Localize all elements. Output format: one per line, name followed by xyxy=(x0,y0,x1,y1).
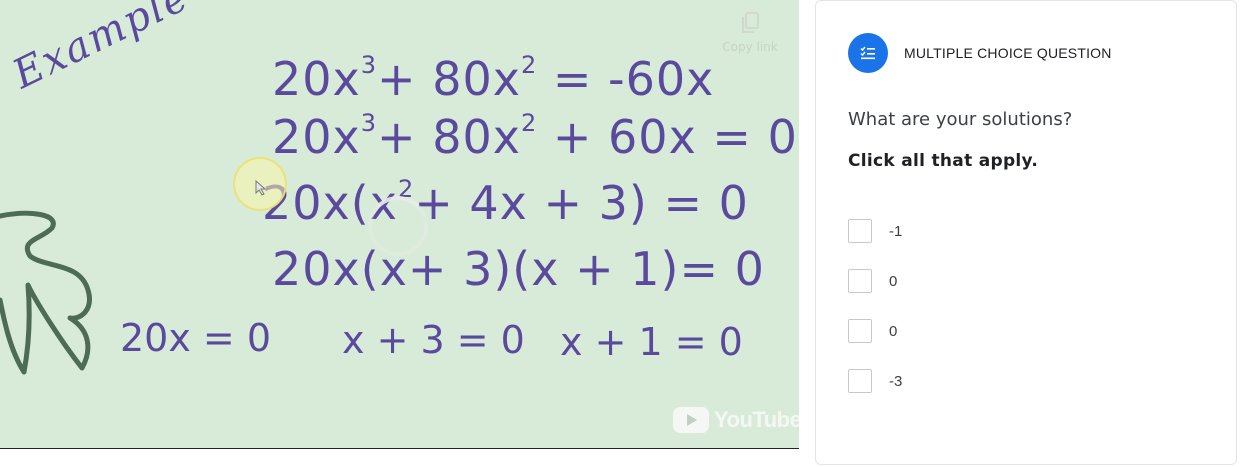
question-prompt: What are your solutions? xyxy=(848,109,1073,130)
answer-label: -3 xyxy=(889,372,903,390)
equation-line-3: 20x(x2+ 4x + 3) = 0 xyxy=(262,176,749,230)
answer-checkbox[interactable] xyxy=(848,269,872,293)
equation-line-4: 20x(x+ 3)(x + 1)= 0 xyxy=(272,242,765,296)
answer-label: 0 xyxy=(889,272,898,290)
answer-options: -1 0 0 -3 xyxy=(848,217,902,417)
eq1-exp-2: 2 xyxy=(520,51,538,79)
eq2-term-c: + 60x = 0 xyxy=(537,110,798,164)
equation-line-1: 20x3+ 80x2 = -60x xyxy=(272,52,714,106)
answer-checkbox[interactable] xyxy=(848,369,872,393)
equation-line-2: 20x3+ 80x2 + 60x = 0 xyxy=(272,110,798,164)
question-type-badge xyxy=(848,33,888,73)
answer-option[interactable]: -1 xyxy=(848,217,902,245)
question-panel: MULTIPLE CHOICE QUESTION What are your s… xyxy=(815,0,1237,465)
youtube-logo[interactable]: YouTube xyxy=(672,405,799,435)
eq1-exp-1: 3 xyxy=(360,51,378,79)
answer-label: 0 xyxy=(889,322,898,340)
eq2-term-a: 20x xyxy=(272,110,361,164)
youtube-wordmark: YouTube xyxy=(714,407,799,432)
eq2-exp-1: 3 xyxy=(360,109,378,137)
copy-link-button[interactable]: Copy link xyxy=(715,12,785,54)
question-type-label: MULTIPLE CHOICE QUESTION xyxy=(904,45,1112,61)
answer-option[interactable]: 0 xyxy=(848,267,902,295)
factor-equation-1: 20x = 0 xyxy=(120,316,272,360)
factor-equation-2: x + 3 = 0 xyxy=(342,318,525,362)
question-header: MULTIPLE CHOICE QUESTION xyxy=(848,33,1112,73)
answer-checkbox[interactable] xyxy=(848,219,872,243)
question-instruction: Click all that apply. xyxy=(848,151,1039,171)
copy-icon xyxy=(742,12,759,33)
eq3-term-b: + 4x + 3) = 0 xyxy=(414,176,749,230)
eq2-term-b: + 80x xyxy=(377,110,521,164)
youtube-play-icon xyxy=(673,407,709,433)
video-player[interactable]: Example 2 20x3+ 80x2 = -60x 20x3+ 80x2 +… xyxy=(0,0,799,449)
eq1-term-a: 20x xyxy=(272,52,361,106)
eq2-exp-2: 2 xyxy=(520,109,538,137)
factor-equation-3: x + 1 = 0 xyxy=(560,320,743,364)
answer-label: -1 xyxy=(889,222,903,240)
copy-link-label: Copy link xyxy=(722,40,778,54)
eq1-term-b: + 80x xyxy=(377,52,521,106)
mouse-pointer-icon xyxy=(255,180,267,196)
answer-checkbox[interactable] xyxy=(848,319,872,343)
answer-option[interactable]: -3 xyxy=(848,367,902,395)
loading-spinner xyxy=(368,196,428,256)
answer-option[interactable]: 0 xyxy=(848,317,902,345)
eq1-term-c: = -60x xyxy=(537,52,715,106)
checklist-icon xyxy=(860,46,875,60)
